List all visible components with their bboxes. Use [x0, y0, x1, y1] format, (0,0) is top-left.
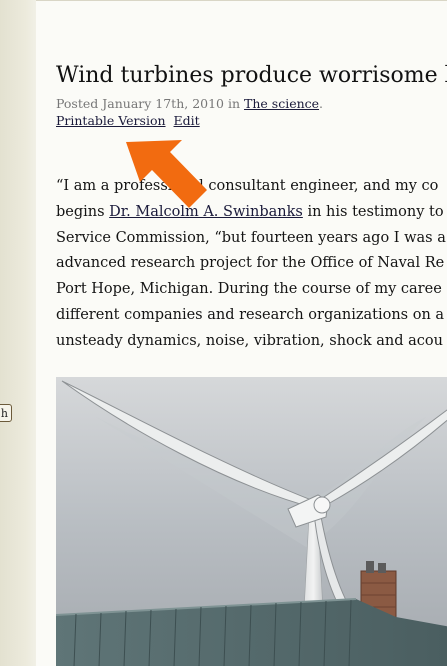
body-line: begins Dr. Malcolm A. Swinbanks in his t…	[56, 200, 447, 226]
body-text-segment: begins	[56, 203, 110, 220]
post-title[interactable]: Wind turbines produce worrisome low	[56, 63, 447, 88]
swinbanks-link[interactable]: Dr. Malcolm A. Swinbanks	[109, 204, 303, 220]
category-link[interactable]: The science	[244, 96, 319, 111]
body-line: advanced research project for the Office…	[56, 255, 445, 272]
post-actions: Printable Version Edit	[56, 113, 200, 128]
page: h Wind turbines produce worrisome low Po…	[0, 0, 447, 666]
turbine-illustration	[56, 377, 447, 666]
post-meta: Posted January 17th, 2010 in The science…	[56, 96, 323, 111]
body-text-segment: in his testimony to	[302, 203, 444, 220]
body-line: Service Commission, “but fourteen years …	[56, 229, 446, 246]
post-content: Wind turbines produce worrisome low Post…	[36, 0, 447, 666]
body-line: different companies and research organiz…	[56, 306, 445, 323]
left-sidebar	[0, 0, 36, 666]
wind-turbine-photo	[56, 377, 447, 666]
post-date: January 17th, 2010	[102, 96, 225, 111]
posted-prefix: Posted	[56, 96, 103, 111]
search-button[interactable]: h	[0, 404, 12, 422]
body-line: unsteady dynamics, noise, vibration, sho…	[56, 332, 443, 349]
posted-in: in	[224, 96, 245, 111]
edit-link[interactable]: Edit	[174, 113, 200, 128]
category-suffix: .	[319, 96, 324, 111]
body-line: Port Hope, Michigan. During the course o…	[56, 281, 442, 298]
body-line: “I am a professional consultant engineer…	[56, 178, 439, 194]
printable-version-link[interactable]: Printable Version	[56, 113, 166, 128]
post-body: “I am a professional consultant engineer…	[56, 174, 447, 355]
